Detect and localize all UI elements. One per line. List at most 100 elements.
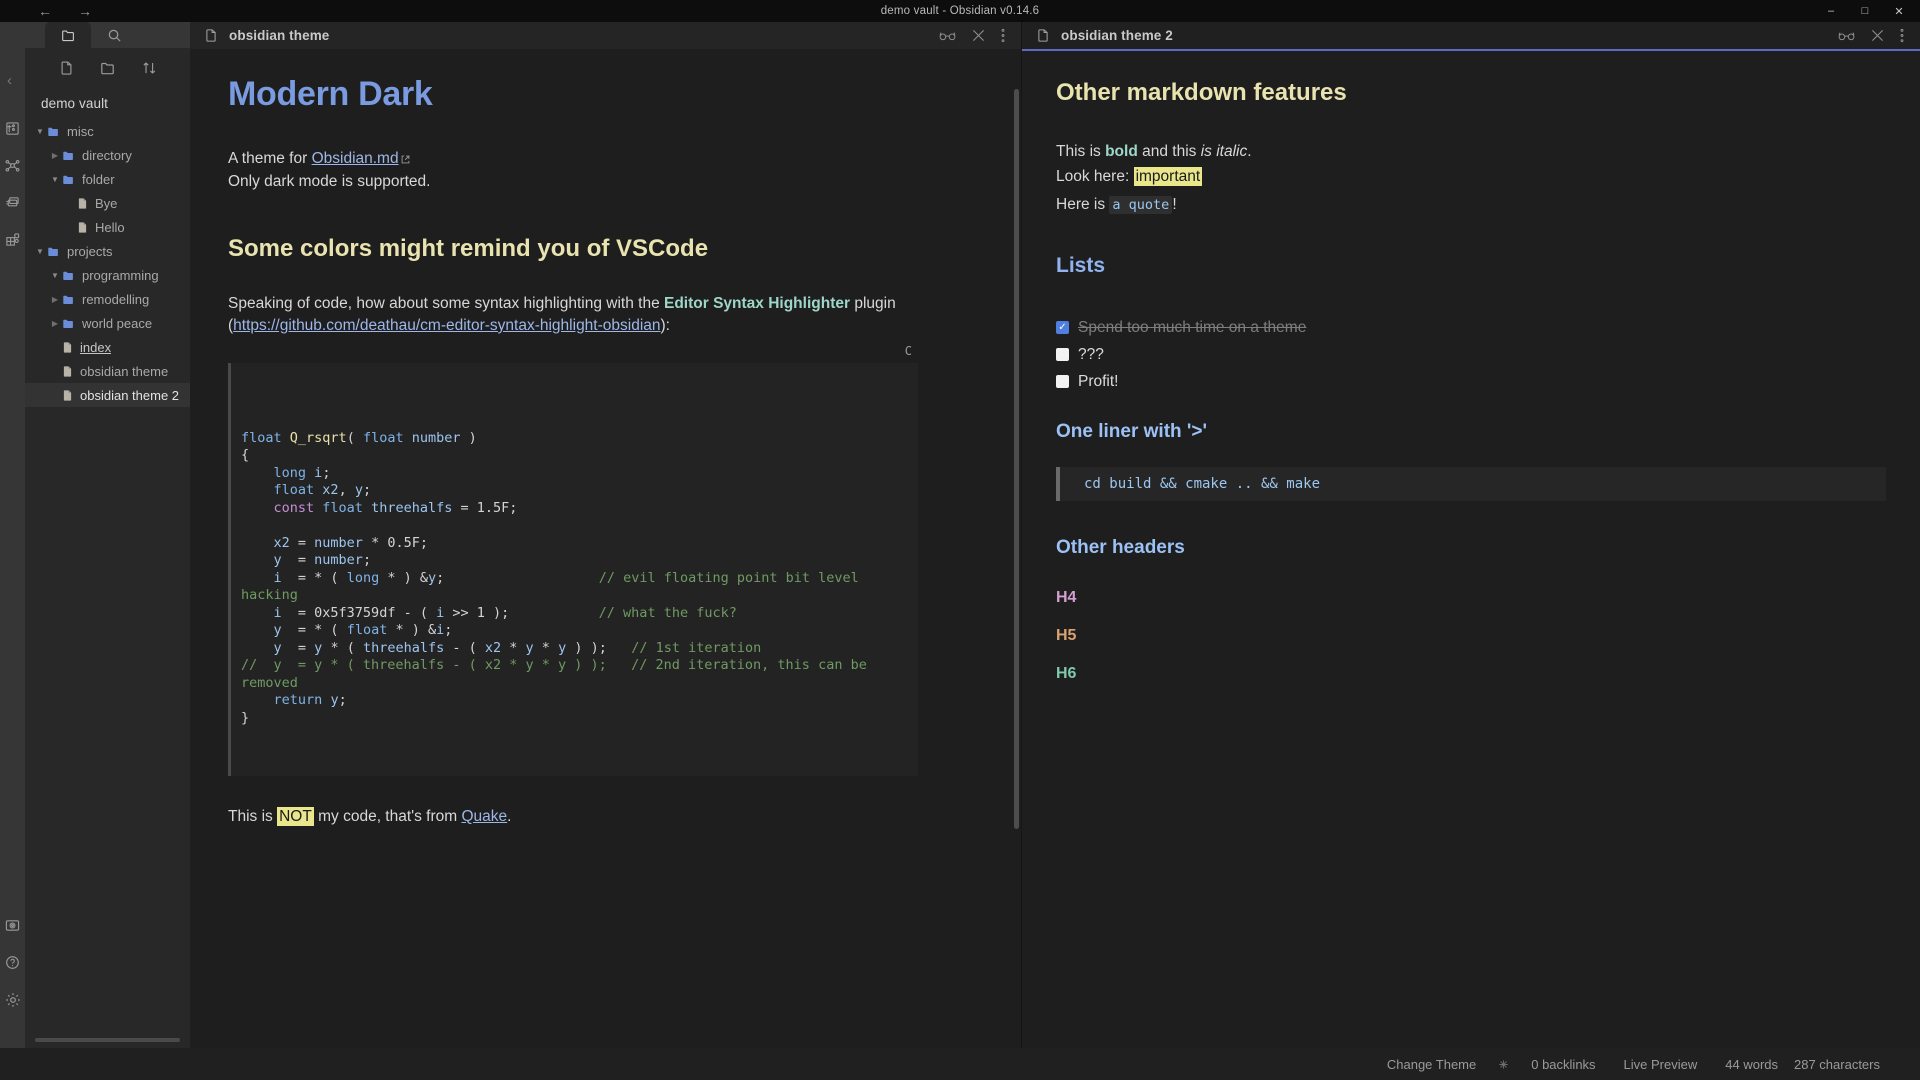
left-pane-scrollbar[interactable]	[1014, 89, 1019, 829]
backlinks-count[interactable]: 0 backlinks	[1517, 1057, 1609, 1072]
code-line: y = y * ( threehalfs - ( x2 * y * y ) );…	[241, 640, 904, 658]
tree-folder-directory[interactable]: ▶ directory	[25, 143, 190, 167]
files-tab[interactable]	[45, 22, 91, 48]
file-tree: ▼misc▶directory▼folderByeHello▼projects▼…	[25, 117, 190, 1048]
vertical-dots-icon[interactable]	[1900, 28, 1904, 43]
tree-folder-remodelling[interactable]: ▶remodelling	[25, 287, 190, 311]
italic-sample: is italic	[1201, 143, 1248, 160]
task-label: ???	[1078, 346, 1104, 364]
chevron-right-icon[interactable]: ▶	[48, 319, 62, 328]
tree-folder-programming[interactable]: ▼ programming	[25, 263, 190, 287]
graph-view-icon[interactable]	[0, 147, 25, 184]
checkbox-unchecked-icon[interactable]	[1056, 375, 1069, 388]
search-tab[interactable]	[91, 22, 137, 48]
line3-a: Here is	[1056, 196, 1109, 213]
title-bar: ← → demo vault - Obsidian v0.14.6 – □ ✕	[0, 0, 1920, 22]
left-editor-pane: obsidian theme	[190, 22, 1022, 1048]
code-block[interactable]: C float Q_rsqrt( float number ){ long i;…	[228, 363, 918, 776]
chevron-right-icon[interactable]: ▶	[48, 295, 62, 304]
new-folder-icon[interactable]	[100, 60, 116, 76]
settings-gear-icon[interactable]	[0, 981, 25, 1018]
quake-credit-paragraph: This is NOT my code, that's from Quake.	[228, 806, 997, 828]
right-editor-pane: obsidian theme 2	[1022, 22, 1920, 1048]
code-line: i = * ( long * ) &y; // evil floating po…	[241, 570, 904, 605]
code-block-content: float Q_rsqrt( float number ){ long i; f…	[231, 430, 918, 728]
checkbox-checked-icon[interactable]	[1056, 321, 1069, 334]
tree-folder-projects[interactable]: ▼projects	[25, 239, 190, 263]
editor-mode[interactable]: Live Preview	[1610, 1057, 1712, 1072]
tree-item-label: programming	[82, 268, 159, 283]
code-line: float Q_rsqrt( float number )	[241, 430, 904, 448]
important-highlight: important	[1134, 167, 1203, 186]
plugin-paragraph: Speaking of code, how about some syntax …	[228, 293, 997, 337]
heading-h4: H4	[1056, 589, 1886, 607]
tree-folder-world-peace[interactable]: ▶world peace	[25, 311, 190, 335]
tree-item-label: Hello	[95, 220, 125, 235]
tree-file-obsidian-theme[interactable]: obsidian theme	[25, 359, 190, 383]
intro-line-2: Only dark mode is supported.	[228, 173, 430, 190]
glasses-icon[interactable]	[939, 30, 956, 42]
plugins-grid-icon[interactable]	[0, 221, 25, 258]
right-pane-body[interactable]: Other markdown features This is bold and…	[1022, 49, 1920, 1048]
minimize-button[interactable]: –	[1814, 0, 1848, 22]
chevron-down-icon[interactable]: ▼	[33, 247, 47, 256]
line1-c: .	[1247, 143, 1251, 160]
glasses-icon[interactable]	[1838, 30, 1855, 42]
tree-folder-folder[interactable]: ▼folder	[25, 167, 190, 191]
chevron-right-icon[interactable]: ▶	[48, 151, 62, 160]
close-icon[interactable]	[972, 29, 985, 42]
back-button[interactable]: ←	[38, 4, 52, 18]
word-count[interactable]: 44 words	[1711, 1057, 1792, 1072]
code-line: {	[241, 447, 904, 465]
forward-button[interactable]: →	[78, 4, 92, 18]
sort-icon[interactable]	[142, 60, 157, 76]
tree-file-obsidian-theme-2[interactable]: obsidian theme 2	[25, 383, 190, 407]
tree-folder-misc[interactable]: ▼misc	[25, 119, 190, 143]
tree-item-label: directory	[82, 148, 132, 163]
chevron-down-icon[interactable]: ▼	[33, 127, 47, 136]
page-title-modern-dark: Modern Dark	[228, 75, 997, 114]
task-list-item[interactable]: Profit!	[1056, 368, 1886, 395]
file-icon	[77, 221, 88, 234]
file-explorer-icon[interactable]	[0, 110, 25, 147]
canvas-cards-icon[interactable]	[0, 184, 25, 221]
left-pane-tools	[939, 28, 1013, 43]
bold-italic-line: This is bold and this is italic.	[1056, 141, 1886, 163]
tree-file-index[interactable]: index	[25, 335, 190, 359]
obsidian-md-link[interactable]: Obsidian.md	[312, 150, 399, 167]
credit-highlight: NOT	[277, 807, 314, 826]
maximize-button[interactable]: □	[1848, 0, 1882, 22]
checkbox-unchecked-icon[interactable]	[1056, 348, 1069, 361]
quake-link[interactable]: Quake	[462, 808, 508, 825]
help-icon[interactable]	[0, 944, 25, 981]
line3-b: !	[1172, 196, 1176, 213]
code-line	[241, 517, 904, 535]
blockquote: cd build && cmake .. && make	[1056, 467, 1886, 501]
file-explorer-sidebar: ‹	[25, 22, 190, 1048]
collapse-sidebar-icon[interactable]: ‹	[7, 72, 12, 89]
folder-icon	[62, 269, 75, 282]
file-icon	[77, 197, 88, 210]
change-theme-button[interactable]: Change Theme	[1373, 1057, 1490, 1072]
new-file-icon[interactable]	[59, 60, 74, 76]
tree-item-label: index	[80, 340, 111, 355]
folder-icon	[47, 125, 60, 138]
chevron-down-icon[interactable]: ▼	[48, 175, 62, 184]
task-list-item[interactable]: ???	[1056, 341, 1886, 368]
character-count[interactable]: 287 characters	[1792, 1057, 1894, 1072]
sync-icon[interactable]	[1490, 1059, 1517, 1070]
window-controls: – □ ✕	[1814, 0, 1920, 22]
tree-file-Hello[interactable]: Hello	[25, 215, 190, 239]
tree-item-label: obsidian theme	[80, 364, 168, 379]
close-window-button[interactable]: ✕	[1882, 0, 1916, 22]
vertical-dots-icon[interactable]	[1001, 28, 1005, 43]
sidebar-scrollbar[interactable]	[35, 1038, 180, 1042]
plugin-repo-link[interactable]: https://github.com/deathau/cm-editor-syn…	[233, 317, 660, 334]
task-list-item[interactable]: Spend too much time on a theme	[1056, 314, 1886, 341]
chevron-down-icon[interactable]: ▼	[48, 271, 62, 280]
vault-switcher-icon[interactable]	[0, 907, 25, 944]
code-language-label: C	[905, 343, 912, 361]
tree-file-Bye[interactable]: Bye	[25, 191, 190, 215]
left-pane-body[interactable]: Modern Dark A theme for Obsidian.md Only…	[190, 49, 1021, 1048]
close-icon[interactable]	[1871, 29, 1884, 42]
